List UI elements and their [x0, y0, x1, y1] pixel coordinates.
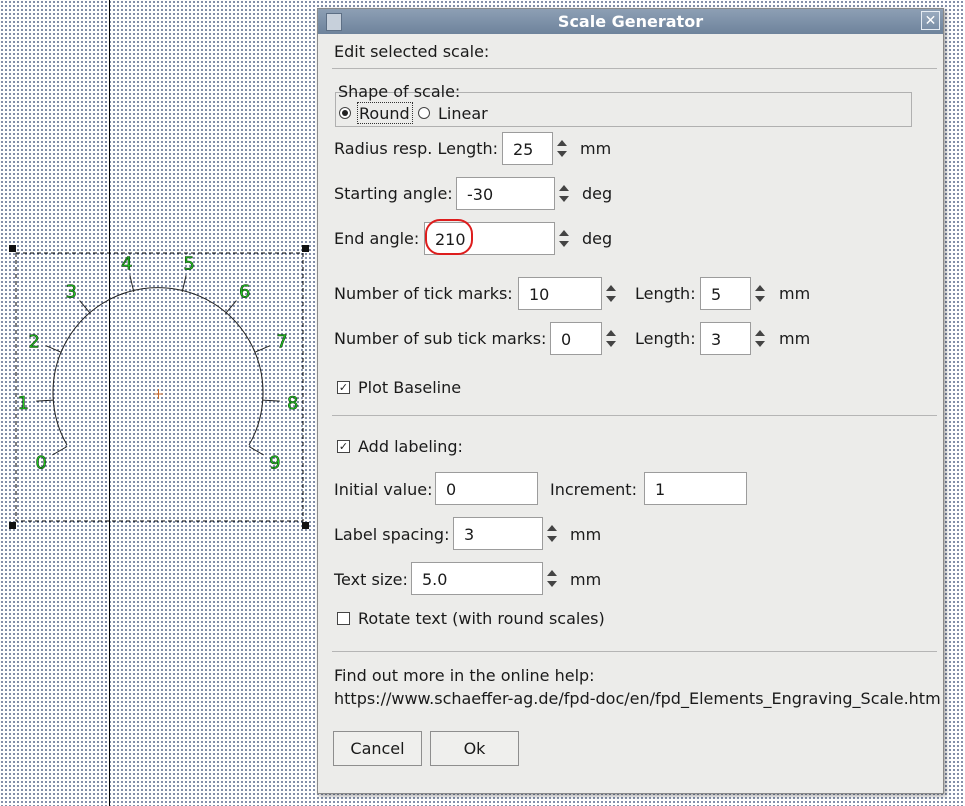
sub-ticks-spinner[interactable] [603, 322, 621, 355]
scale-tick [225, 300, 237, 314]
text-size-spinner[interactable] [544, 562, 562, 595]
selection-handle-br [302, 522, 309, 529]
tick-length-spinner[interactable] [752, 277, 770, 310]
scale-labels: 0 1 2 3 4 5 6 7 8 9 [17, 253, 299, 474]
radio-linear[interactable] [418, 107, 430, 119]
scale-tick [254, 345, 271, 353]
dialog-title: Scale Generator [557, 12, 704, 31]
radius-label: Radius resp. Length: [334, 139, 499, 158]
scale-label: 2 [28, 332, 39, 353]
selection-handle-tl [9, 245, 16, 252]
separator [332, 415, 937, 416]
scale-tick [262, 399, 280, 402]
scale-label: 0 [35, 453, 46, 474]
scale-label: 6 [239, 282, 250, 303]
scale-tick [52, 446, 68, 456]
ticks-label: Number of tick marks: [334, 284, 513, 303]
start-angle-unit: deg [582, 184, 613, 203]
scale-label: 9 [269, 453, 280, 474]
scale-label: 7 [276, 332, 287, 353]
rotate-text-label[interactable]: Rotate text (with round scales) [358, 609, 605, 628]
annotation-highlight [425, 219, 473, 255]
text-size-unit: mm [570, 570, 602, 589]
add-labeling-checkbox[interactable]: ✓ [337, 440, 350, 453]
scale-tick [181, 275, 187, 292]
label-spacing-input[interactable]: 3 [453, 517, 543, 550]
initial-value-label: Initial value: [334, 480, 433, 499]
start-angle-input[interactable]: -30 [456, 177, 555, 210]
plot-baseline-checkbox[interactable]: ✓ [337, 381, 350, 394]
close-icon[interactable]: ✕ [921, 11, 940, 30]
text-size-input[interactable]: 5.0 [411, 562, 543, 595]
rotate-text-checkbox[interactable] [337, 612, 350, 625]
start-angle-label: Starting angle: [334, 184, 453, 203]
scale-tick [248, 446, 264, 456]
end-angle-spinner[interactable] [556, 222, 574, 255]
selection-box [15, 252, 304, 522]
text-size-label: Text size: [334, 570, 408, 589]
help-text: Find out more in the online help: [334, 666, 595, 685]
scale-label: 5 [183, 254, 194, 275]
shape-legend: Shape of scale: [338, 82, 461, 101]
scale-tick [79, 300, 91, 314]
ticks-input[interactable]: 10 [518, 277, 602, 310]
scale-tick [36, 399, 54, 402]
radius-input[interactable]: 25 [502, 132, 553, 165]
sub-ticks-input[interactable]: 0 [550, 322, 602, 355]
radio-round-label[interactable]: Round [359, 104, 410, 123]
scale-baseline-arc [52, 287, 264, 446]
scale-label: 1 [18, 393, 29, 414]
initial-value-input[interactable]: 0 [435, 472, 538, 505]
scale-tick [129, 275, 135, 292]
end-angle-label: End angle: [334, 229, 420, 248]
add-labeling-label[interactable]: Add labeling: [358, 437, 463, 456]
radius-unit: mm [580, 139, 612, 158]
dialog-header: Edit selected scale: [334, 42, 490, 61]
sub-tick-length-input[interactable]: 3 [700, 322, 751, 355]
scale-tick [45, 345, 62, 353]
selection-handle-bl [9, 522, 16, 529]
help-url[interactable]: https://www.schaeffer-ag.de/fpd-doc/en/f… [334, 689, 941, 708]
scale-label: 4 [121, 254, 132, 275]
scale-label: 3 [65, 282, 76, 303]
sub-ticks-label: Number of sub tick marks: [334, 329, 547, 348]
separator [332, 68, 937, 69]
label-spacing-unit: mm [570, 525, 602, 544]
radio-round[interactable] [339, 107, 351, 119]
ok-button[interactable]: Ok [430, 731, 519, 766]
label-spacing-label: Label spacing: [334, 525, 450, 544]
separator [332, 651, 937, 652]
sub-tick-length-unit: mm [779, 329, 811, 348]
plot-baseline-label[interactable]: Plot Baseline [358, 378, 461, 397]
selection-handle-tr [302, 245, 309, 252]
label-spacing-spinner[interactable] [544, 517, 562, 550]
scale-generator-dialog: Scale Generator ✕ Edit selected scale: S… [317, 8, 944, 794]
tick-length-input[interactable]: 5 [700, 277, 751, 310]
ticks-spinner[interactable] [603, 277, 621, 310]
radio-linear-label[interactable]: Linear [438, 104, 488, 123]
titlebar[interactable]: Scale Generator ✕ [318, 9, 943, 34]
tick-length-unit: mm [779, 284, 811, 303]
scale-label: 8 [287, 393, 298, 414]
sub-tick-length-label: Length: [635, 329, 696, 348]
cancel-button[interactable]: Cancel [333, 731, 422, 766]
increment-label: Increment: [550, 480, 637, 499]
radius-spinner[interactable] [554, 132, 572, 165]
end-angle-unit: deg [582, 229, 613, 248]
increment-input[interactable]: 1 [644, 472, 747, 505]
tick-length-label: Length: [635, 284, 696, 303]
sub-tick-length-spinner[interactable] [752, 322, 770, 355]
start-angle-spinner[interactable] [556, 177, 574, 210]
